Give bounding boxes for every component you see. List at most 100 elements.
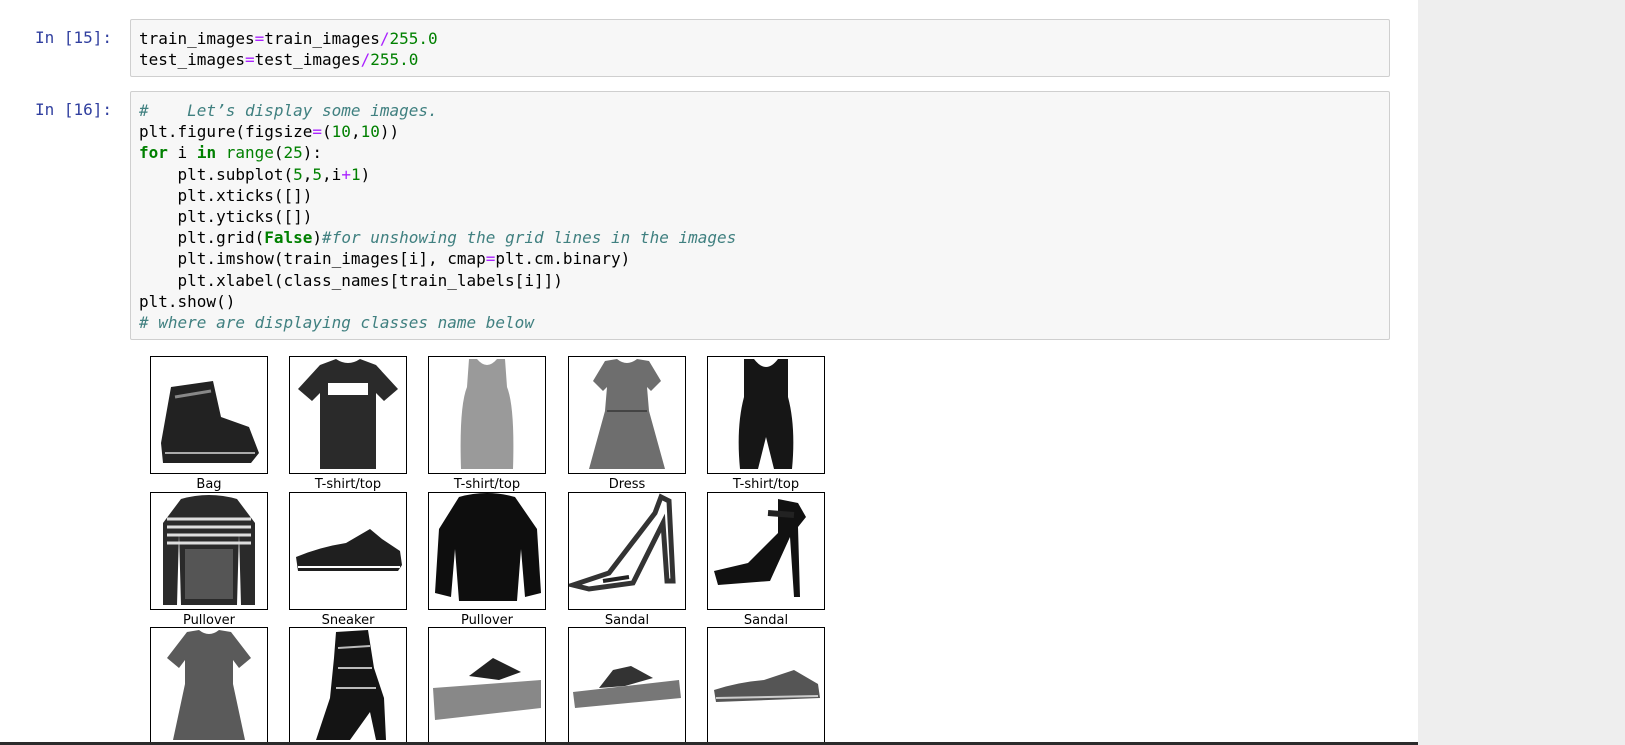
code-token: )) [379,122,400,142]
code-token: / [360,50,371,70]
subplot-xlabel: Pullover [182,613,236,628]
code-token: 1 [350,164,361,184]
subplot: Pullover [428,492,546,628]
code-token: #for unshowing the grid lines in the ima… [322,228,737,248]
pullover-icon [428,492,546,610]
heel-sandal-dark-icon [707,492,825,610]
code-token: range [225,143,274,163]
code-token: plt.yticks([]) [139,206,313,226]
low-sneaker-icon [707,627,825,745]
code-token: 10 [331,122,351,142]
subplot-xlabel: T-shirt/top [453,477,521,492]
code-token: + [341,164,351,184]
code-line: # where are displaying classes name belo… [139,312,1381,333]
code-line: train_images=train_images/255.0 [139,28,1381,49]
right-side-panel [1418,0,1625,745]
subplot [289,627,407,745]
tank-top-dark-icon [707,356,825,474]
subplot [428,627,546,745]
code-token: = [244,50,255,70]
heeled-boot-icon [289,627,407,745]
code-token: train_images [139,29,255,48]
code-token: , [302,164,313,184]
cell-16-input[interactable]: # Let’s display some images. plt.figure(f… [130,91,1390,340]
code-token: ( [273,143,284,163]
striped-pullover-icon [150,492,268,610]
tank-top-icon [428,356,546,474]
code-token: ) [312,228,323,248]
subplot: T-shirt/top [707,356,825,492]
cell-16-prompt: In [16]: [35,100,113,119]
subplot: Sandal [568,492,686,628]
code-line: plt.figure(figsize=(10,10)) [139,121,1381,142]
subplot: T-shirt/top [428,356,546,492]
code-token: plt.xticks([]) [139,185,313,205]
subplot [568,627,686,745]
ankle-boot-icon [150,356,268,474]
subplot-xlabel: T-shirt/top [732,477,800,492]
subplot-xlabel: Sandal [604,613,650,628]
code-token: 25 [283,143,303,163]
code-token: 5 [293,164,303,184]
code-token: i [167,143,197,163]
code-token: = [485,249,496,269]
code-token: ( [322,122,332,142]
flat-sandal-icon [568,627,686,745]
subplot-xlabel: Pullover [460,613,514,628]
high-heel-sandal-icon [568,492,686,610]
code-token: plt.imshow(train_images[i], cmap [139,249,486,269]
code-token: = [254,29,265,48]
code-token: plt.xlabel(class_names[train_labels[i]]) [139,270,563,290]
code-token: ,i [322,164,342,184]
code-line: plt.xticks([]) [139,185,1381,206]
code-token: train_images [264,29,380,48]
code-token: plt.cm.binary) [495,249,631,269]
code-line: # Let’s display some images. [139,100,1381,121]
code-token: # Let’s display some images. [139,101,438,120]
dress-icon [568,356,686,474]
subplot [150,627,268,745]
code-token: test_images [139,50,245,70]
code-line: plt.grid(False)#for unshowing the grid l… [139,227,1381,248]
code-line: test_images=test_images/255.0 [139,49,1381,70]
code-line: plt.imshow(train_images[i], cmap=plt.cm.… [139,248,1381,269]
code-token: plt.figure(figsize [139,122,313,142]
code-line: plt.xlabel(class_names[train_labels[i]]) [139,270,1381,291]
cell-15-prompt: In [15]: [35,28,113,47]
subplot: Dress [568,356,686,492]
tshirt-icon [289,356,407,474]
subplot: T-shirt/top [289,356,407,492]
subplot-xlabel: T-shirt/top [314,477,382,492]
code-token: plt.show() [139,291,236,311]
code-token: 10 [360,122,380,142]
subplot-xlabel: Dress [608,477,646,492]
code-token: # where are displaying classes name belo… [139,312,534,332]
dress-short-icon [150,627,268,745]
subplot: Bag [150,356,268,492]
wedge-sandal-icon [428,627,546,745]
subplot: Pullover [150,492,268,628]
subplot-xlabel: Sandal [743,613,789,628]
code-line: plt.yticks([]) [139,206,1381,227]
subplot: Sandal [707,492,825,628]
subplot-xlabel: Bag [196,477,222,492]
code-line: for i in range(25): [139,142,1381,163]
code-token: 255.0 [389,29,438,48]
code-token: for [139,143,168,163]
code-token: False [264,228,313,248]
code-token: in [196,143,217,163]
cell-15-input[interactable]: train_images=train_images/255.0 test_imag… [130,19,1390,77]
code-token: 255.0 [370,50,419,70]
code-token: test_images [254,50,361,70]
code-token: = [312,122,323,142]
code-token: ) [360,164,371,184]
code-token: ): [302,143,323,163]
code-token: 5 [312,164,323,184]
subplot-xlabel: Sneaker [321,613,375,628]
code-token: plt.grid( [139,228,265,248]
subplot [707,627,825,745]
code-token: , [350,122,361,142]
code-line: plt.subplot(5,5,i+1) [139,164,1381,185]
sneaker-icon [289,492,407,610]
